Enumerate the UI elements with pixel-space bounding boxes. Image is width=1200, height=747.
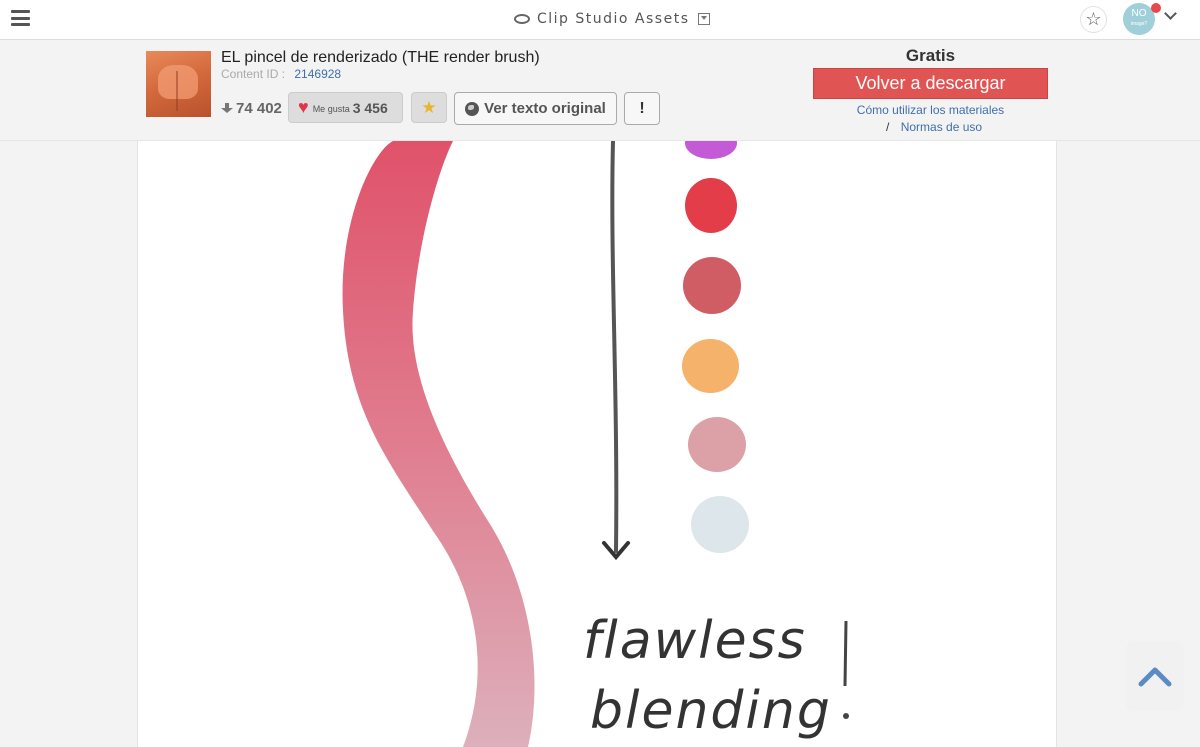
heart-icon: ♥ (298, 97, 309, 117)
redownload-button[interactable]: Volver a descargar (813, 68, 1048, 99)
brush-stroke-sample (342, 141, 535, 747)
arrow-line (610, 141, 619, 553)
report-button[interactable]: ! (624, 92, 660, 125)
color-swatch-red (685, 178, 737, 233)
terms-area: / Normas de uso (886, 120, 982, 134)
color-swatch-rose (683, 257, 741, 314)
how-to-use-link[interactable]: Cómo utilizar los materiales (813, 103, 1048, 117)
color-swatch-pale-blue (691, 496, 749, 553)
exclamation-dot (843, 713, 849, 719)
favorite-button[interactable]: ★ (411, 92, 447, 123)
scroll-to-top-button[interactable] (1126, 641, 1184, 711)
favorites-star-icon[interactable]: ☆ (1080, 6, 1107, 33)
menu-icon[interactable] (11, 10, 30, 26)
material-preview-image: flawless blending (137, 141, 1057, 747)
view-original-text-button[interactable]: Ver texto original (454, 92, 617, 125)
content-id: Content ID : 2146928 (221, 67, 341, 81)
exclamation-stroke (843, 620, 848, 687)
caption-line-1: flawless (583, 611, 807, 671)
dropdown-icon[interactable] (697, 13, 710, 25)
terms-separator: / (886, 120, 890, 134)
top-navigation-bar: Clip Studio Assets ☆ NO image? (0, 0, 1200, 40)
price-label: Gratis (905, 46, 956, 65)
notification-badge (1151, 3, 1161, 13)
clip-studio-logo-icon (514, 14, 530, 24)
color-swatch-pink (688, 417, 746, 472)
terms-of-use-link[interactable]: Normas de uso (901, 120, 982, 134)
site-title-text: Clip Studio Assets (537, 11, 690, 27)
download-icon (221, 102, 233, 115)
chevron-down-icon[interactable] (1164, 7, 1177, 20)
star-icon: ★ (421, 97, 437, 117)
material-title: EL pincel de renderizado (THE render bru… (221, 49, 540, 66)
site-title[interactable]: Clip Studio Assets (514, 10, 710, 28)
like-count: 3 456 (352, 99, 388, 116)
download-count: 74 402 (221, 100, 282, 117)
color-swatch-orange (682, 339, 739, 393)
avatar-sub: image? (1130, 21, 1148, 27)
like-button[interactable]: ♥ Me gusta 3 456 (288, 92, 403, 123)
material-thumbnail (146, 51, 211, 117)
download-count-value: 74 402 (236, 100, 282, 117)
caption-line-2: blending (590, 681, 832, 741)
globe-icon (465, 101, 480, 116)
view-original-label: Ver texto original (484, 100, 606, 117)
like-label: Me gusta (312, 104, 350, 114)
content-id-link[interactable]: 2146928 (294, 67, 341, 81)
content-id-label: Content ID : (221, 67, 286, 81)
material-info-bar: EL pincel de renderizado (THE render bru… (0, 41, 1200, 141)
chevron-up-icon (1138, 667, 1172, 687)
avatar-initials: NO (1131, 8, 1147, 19)
